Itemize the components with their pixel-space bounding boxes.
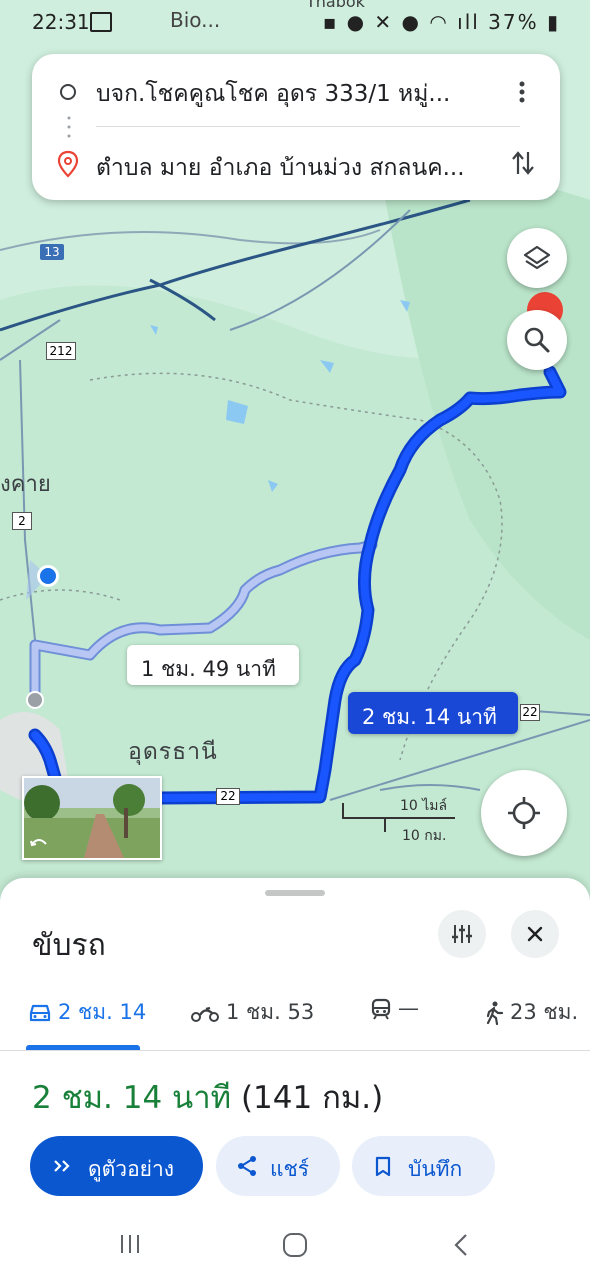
destination-row[interactable]: ตำบล มาย อำเภอ บ้านม่วง สกลนค... <box>32 134 560 194</box>
share-button[interactable]: แชร์ <box>216 1136 340 1196</box>
origin-circle-icon <box>60 84 76 100</box>
car-icon <box>29 1004 51 1022</box>
sheet-title: ขับรถ <box>32 928 106 963</box>
road-shield-13: 13 <box>40 244 64 260</box>
back-icon[interactable] <box>452 1232 470 1258</box>
battery-level: 37% <box>488 10 539 34</box>
tune-icon <box>452 925 472 943</box>
more-vert-icon[interactable] <box>512 80 532 104</box>
route-duration: 2 ชม. 14 นาที <box>32 1080 232 1116</box>
sheet-drag-handle[interactable] <box>265 890 325 896</box>
route-main-label[interactable]: 2 ชม. 14 นาที <box>348 692 518 734</box>
tab-driving[interactable]: 2 ชม. 14 <box>28 996 146 1026</box>
close-button[interactable] <box>511 910 559 958</box>
double-chevron-icon <box>54 1160 70 1172</box>
status-app-hint: Bio... <box>170 8 221 32</box>
my-location-button[interactable] <box>481 770 567 856</box>
destination-text[interactable]: ตำบล มาย อำเภอ บ้านม่วง สกลนค... <box>96 150 496 186</box>
route-alt-label[interactable]: 1 ชม. 49 นาที <box>127 645 299 685</box>
place-label-udon: อุดรธานี <box>128 739 218 765</box>
route-summary: 2 ชม. 14 นาที (141 กม.) <box>32 1072 383 1122</box>
save-button-label: บันทึก <box>408 1157 463 1181</box>
motorcycle-icon <box>191 1006 219 1022</box>
tab-motorcycle-label: 1 ชม. 53 <box>226 1000 315 1024</box>
bookmark-icon <box>375 1156 391 1177</box>
recent-apps-icon[interactable] <box>118 1232 142 1256</box>
transit-icon <box>371 998 391 1020</box>
save-button[interactable]: บันทึก <box>352 1136 495 1196</box>
share-button-label: แชร์ <box>270 1157 310 1181</box>
tab-motorcycle[interactable]: 1 ชม. 53 <box>190 996 314 1026</box>
search-map-button[interactable] <box>507 310 567 370</box>
share-icon <box>238 1156 256 1176</box>
tab-driving-label: 2 ชม. 14 <box>58 1000 147 1024</box>
route-main-label-text: 2 ชม. 14 นาที <box>362 705 497 729</box>
scale-miles: 10 ไมล์ <box>400 798 448 814</box>
tab-walking-label: 23 ชม. <box>510 1000 579 1024</box>
walking-icon <box>486 1001 504 1026</box>
directions-card: บจก.โชคคูณโชค อุดร 333/1 หมู่... ตำบล มา… <box>32 54 560 200</box>
status-time: 22:31 <box>32 10 90 34</box>
gallery-icon <box>90 12 112 32</box>
road-shield-22: 22 <box>216 788 240 805</box>
search-icon <box>524 327 550 353</box>
layers-button[interactable] <box>507 228 567 288</box>
location-pin-icon <box>57 150 79 178</box>
scale-km: 10 กม. <box>402 828 447 844</box>
road-shield-212: 212 <box>46 342 76 360</box>
card-separator <box>96 126 520 127</box>
signal-icons: ▪ ● ✕ ● ◠ ıll <box>322 10 489 34</box>
tabs-divider <box>0 1050 590 1051</box>
route-options-button[interactable] <box>438 910 486 958</box>
tab-walking[interactable]: 23 ชม. <box>484 996 578 1026</box>
battery-icon: ▮ <box>538 10 560 34</box>
place-label-nongkhai: งคาย <box>0 472 51 497</box>
system-navigation-bar <box>0 1208 590 1280</box>
tab-transit-label: — <box>398 996 419 1020</box>
road-shield-22-right: 22 <box>520 704 540 721</box>
rotate-360-icon <box>30 839 47 847</box>
my-location-icon <box>508 797 540 829</box>
status-right: ▪ ● ✕ ● ◠ ıll 37% ▮ <box>323 10 560 34</box>
route-distance: (141 กม.) <box>240 1080 384 1116</box>
origin-row[interactable]: บจก.โชคคูณโชค อุดร 333/1 หมู่... <box>32 60 560 120</box>
home-icon[interactable] <box>282 1232 308 1258</box>
tab-transit[interactable]: — <box>370 996 419 1026</box>
origin-text[interactable]: บจก.โชคคูณโชค อุดร 333/1 หมู่... <box>96 76 496 112</box>
preview-button[interactable]: ดูตัวอย่าง <box>30 1136 203 1196</box>
route-alt-label-text: 1 ชม. 49 นาที <box>141 657 276 681</box>
preview-button-label: ดูตัวอย่าง <box>88 1157 175 1181</box>
swap-icon[interactable] <box>510 148 536 178</box>
layers-icon <box>523 245 551 270</box>
close-icon <box>527 926 543 942</box>
road-shield-2: 2 <box>12 512 32 530</box>
status-bar: 22:31 Bio... ▪ ● ✕ ● ◠ ıll 37% ▮ <box>0 0 590 44</box>
street-view-thumbnail[interactable] <box>22 776 162 860</box>
